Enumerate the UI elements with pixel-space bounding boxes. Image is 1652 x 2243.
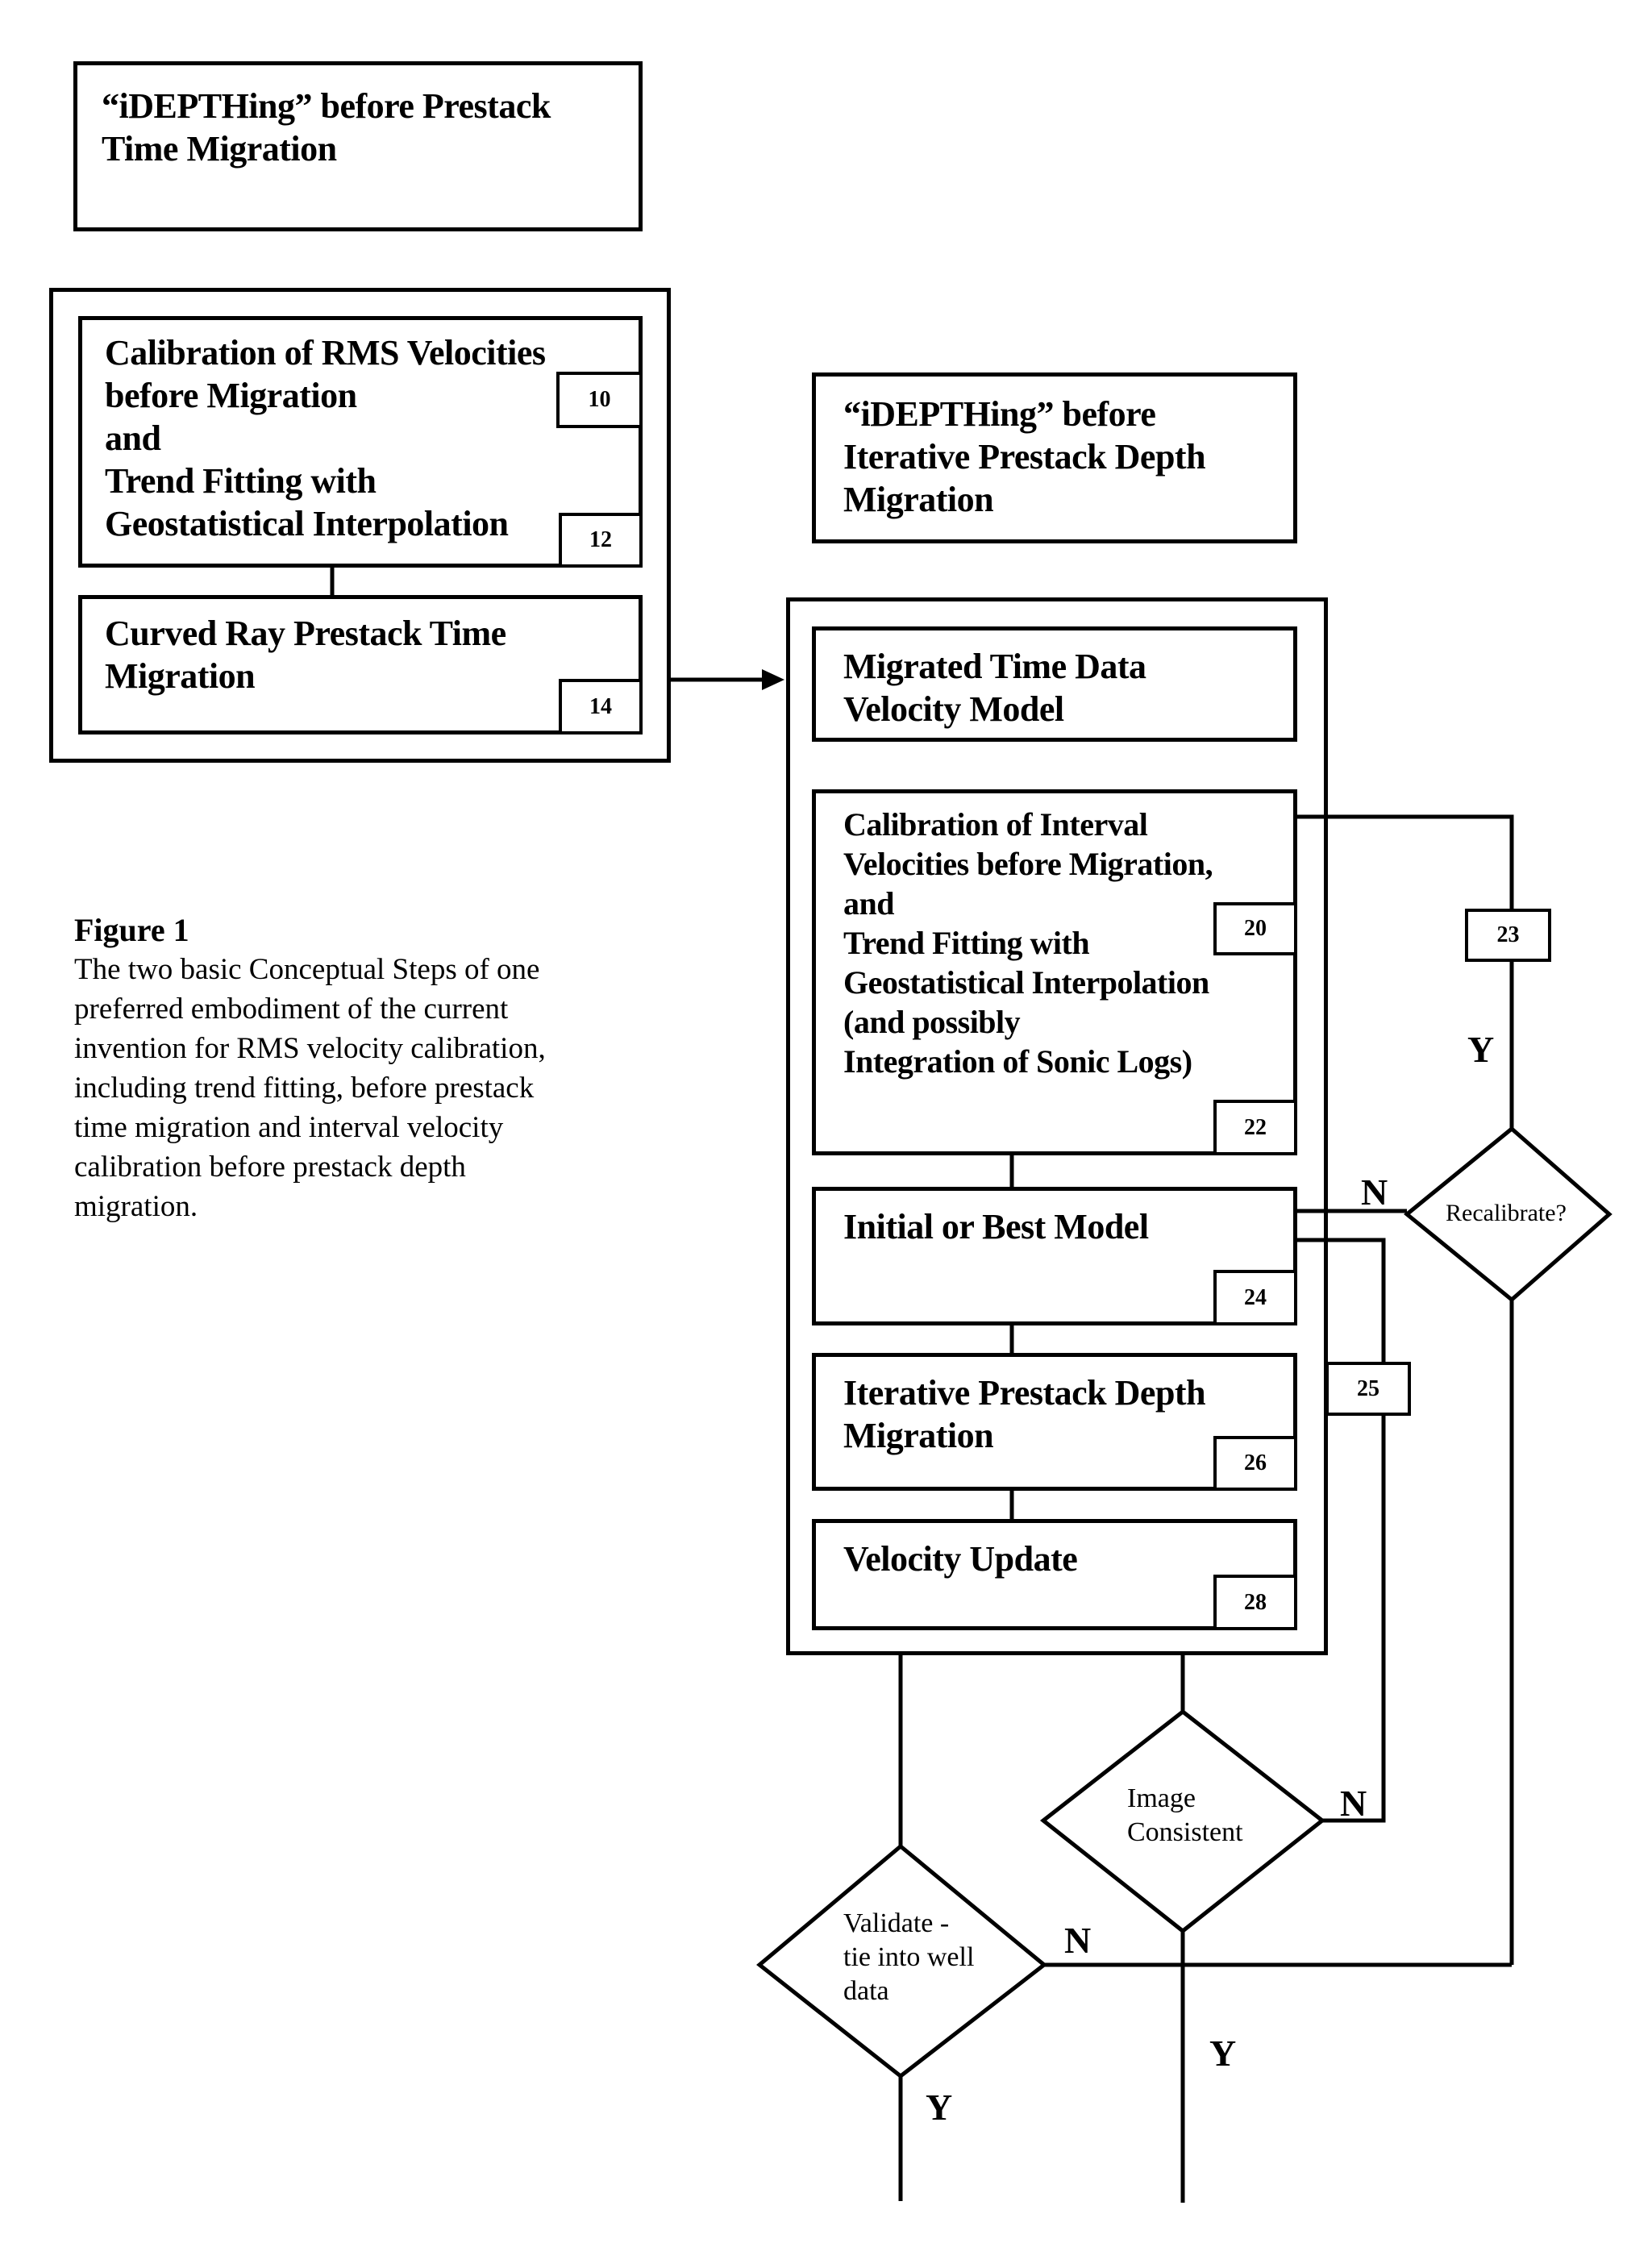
connector-recalibrate-yes — [1296, 814, 1514, 1129]
ref-label-22: 22 — [1213, 1100, 1297, 1155]
ref-label-28: 28 — [1213, 1575, 1297, 1630]
step-migrated-time-data-text: Migrated Time Data Velocity Model — [843, 647, 1146, 729]
left-title-text: “iDEPTHing” before Prestack Time Migrati… — [102, 86, 551, 169]
step-calibration-rms: Calibration of RMS Velocities before Mig… — [78, 316, 643, 568]
decision-validate-text: Validate - tie into well data — [843, 1908, 975, 2006]
step-velocity-update-text: Velocity Update — [843, 1539, 1078, 1579]
step-calibration-interval-text: Calibration of Interval Velocities befor… — [843, 806, 1213, 1080]
step-iterative-depth-migration-text: Iterative Prestack Depth Migration — [843, 1373, 1206, 1455]
ref-label-24: 24 — [1213, 1270, 1297, 1325]
step-migrated-time-data: Migrated Time Data Velocity Model — [812, 626, 1297, 742]
ref-label-20: 20 — [1213, 902, 1297, 955]
ref-label-10: 10 — [556, 372, 643, 428]
ref-label-14: 14 — [559, 679, 643, 734]
step-curved-ray-migration-text: Curved Ray Prestack Time Migration — [105, 614, 506, 696]
left-title-box: “iDEPTHing” before Prestack Time Migrati… — [73, 61, 643, 231]
decision-image-text: Image Consistent — [1127, 1783, 1243, 1847]
right-title-box: “iDEPTHing” before Iterative Prestack De… — [812, 372, 1297, 543]
ref-label-26: 26 — [1213, 1436, 1297, 1491]
arrowhead-icon — [762, 669, 784, 690]
step-calibration-rms-text: Calibration of RMS Velocities before Mig… — [105, 333, 546, 543]
branch-label-recalibrate-no: N — [1361, 1171, 1388, 1213]
branch-label-validate-no: N — [1064, 1920, 1092, 1961]
branch-label-validate-yes: Y — [926, 2087, 953, 2128]
step-curved-ray-migration: Curved Ray Prestack Time Migration — [78, 595, 643, 734]
branch-label-recalibrate-yes: Y — [1467, 1029, 1495, 1070]
decision-recalibrate-text: Recalibrate? — [1446, 1200, 1567, 1226]
branch-label-image-no: N — [1340, 1783, 1367, 1824]
right-title-text: “iDEPTHing” before Iterative Prestack De… — [843, 394, 1206, 519]
ref-label-12: 12 — [559, 513, 643, 568]
figure-caption-title: Figure 1 — [74, 912, 189, 948]
ref-label-23: 23 — [1465, 909, 1551, 962]
ref-label-25: 25 — [1325, 1362, 1411, 1416]
branch-label-image-yes: Y — [1209, 2033, 1237, 2074]
step-initial-best-model-text: Initial or Best Model — [843, 1207, 1149, 1246]
figure-caption-body: The two basic Conceptual Steps of one pr… — [74, 953, 546, 1223]
